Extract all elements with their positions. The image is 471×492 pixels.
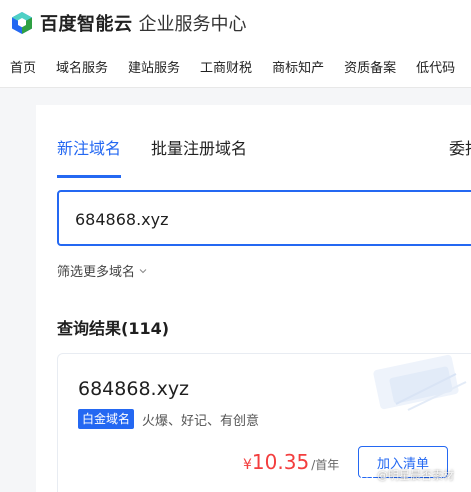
watermark-logo-icon: [360, 468, 374, 482]
result-domain-name: 684868.xyz: [78, 378, 190, 400]
watermark-text: @明星晨否素材: [377, 469, 454, 482]
nav-item-qualification[interactable]: 资质备案: [344, 57, 396, 81]
brand-name: 百度智能云: [40, 14, 133, 35]
results-title: 查询结果(114): [57, 319, 170, 338]
domain-search-box[interactable]: [57, 190, 471, 246]
nav-item-business-tax[interactable]: 工商财税: [200, 57, 252, 81]
nav-item-domain-services[interactable]: 域名服务: [56, 57, 108, 81]
decorative-illustration-icon: [373, 354, 467, 411]
platinum-domain-badge: 白金域名: [78, 409, 135, 429]
nav-item-home[interactable]: 首页: [10, 57, 36, 81]
price-unit: /首年: [311, 458, 340, 472]
baidu-cloud-logo-icon: [12, 12, 32, 34]
tab-bulk-register[interactable]: 批量注册域名: [151, 135, 247, 159]
brand-subtitle: 企业服务中心: [138, 14, 247, 35]
domain-price: ¥ 10.35 /首年: [243, 450, 339, 474]
price-value: 10.35: [251, 450, 310, 474]
price-currency: ¥: [243, 457, 252, 473]
tab-new-domain[interactable]: 新注域名: [57, 135, 121, 159]
filter-label: 筛选更多域名: [57, 265, 136, 280]
tab-bar: 新注域名 批量注册域名 委托: [57, 130, 471, 180]
logo[interactable]: 百度智能云 企业服务中心: [10, 9, 247, 37]
domain-search-panel: 新注域名 批量注册域名 委托 筛选更多域名 查询结果(114) 684868.x…: [36, 105, 471, 492]
nav-item-low-code[interactable]: 低代码: [416, 57, 455, 81]
watermark: @明星晨否素材: [360, 467, 454, 483]
nav-item-site-building[interactable]: 建站服务: [128, 57, 180, 81]
nav-item-trademark[interactable]: 商标知产: [272, 57, 324, 81]
top-header: 百度智能云 企业服务中心 首页 域名服务 建站服务 工商财税 商标知产 资质备案…: [0, 0, 471, 88]
domain-description: 火爆、好记、有创意: [142, 413, 260, 429]
filter-more-domains[interactable]: 筛选更多域名: [57, 261, 147, 280]
domain-search-input[interactable]: [75, 207, 455, 231]
chevron-down-icon: [139, 268, 147, 273]
main-nav: 首页 域名服务 建站服务 工商财税 商标知产 资质备案 低代码: [0, 57, 471, 81]
tab-entrust[interactable]: 委托: [449, 135, 471, 159]
active-tab-indicator: [57, 175, 121, 178]
domain-tag-row: 白金域名 火爆、好记、有创意: [78, 409, 259, 429]
